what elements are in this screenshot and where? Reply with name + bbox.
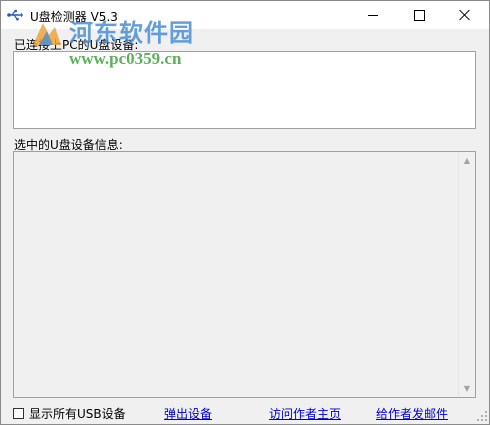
minimize-icon: [368, 14, 378, 16]
author-homepage-link[interactable]: 访问作者主页: [269, 405, 341, 422]
title-bar[interactable]: U盘检测器 V5.3: [1, 1, 489, 29]
email-author-link[interactable]: 给作者发邮件: [376, 405, 448, 422]
show-all-usb-checkbox[interactable]: [13, 408, 24, 419]
show-all-usb-option[interactable]: 显示所有USB设备: [13, 405, 126, 422]
bottom-bar: 显示所有USB设备 弹出设备 访问作者主页 给作者发邮件: [1, 401, 489, 423]
vertical-scrollbar[interactable]: ▲ ▼: [458, 152, 475, 397]
close-button[interactable]: [442, 1, 488, 29]
device-list[interactable]: [13, 51, 476, 129]
maximize-icon: [413, 9, 425, 21]
minimize-button[interactable]: [350, 1, 396, 29]
device-info-box[interactable]: ▲ ▼: [13, 151, 476, 398]
usb-icon: [7, 9, 23, 21]
window-title: U盘检测器 V5.3: [30, 10, 118, 24]
close-icon: [459, 9, 471, 21]
resize-grip-icon[interactable]: [477, 411, 487, 421]
app-window: U盘检测器 V5.3 已连接上PC的U盘设备: 选中的U盘设备信息: ▲ ▼ 河…: [0, 0, 490, 425]
show-all-usb-label[interactable]: 显示所有USB设备: [29, 405, 126, 422]
eject-device-link[interactable]: 弹出设备: [164, 405, 212, 422]
scroll-up-icon[interactable]: ▲: [459, 152, 475, 169]
maximize-button[interactable]: [396, 1, 442, 29]
scroll-down-icon[interactable]: ▼: [459, 380, 475, 397]
